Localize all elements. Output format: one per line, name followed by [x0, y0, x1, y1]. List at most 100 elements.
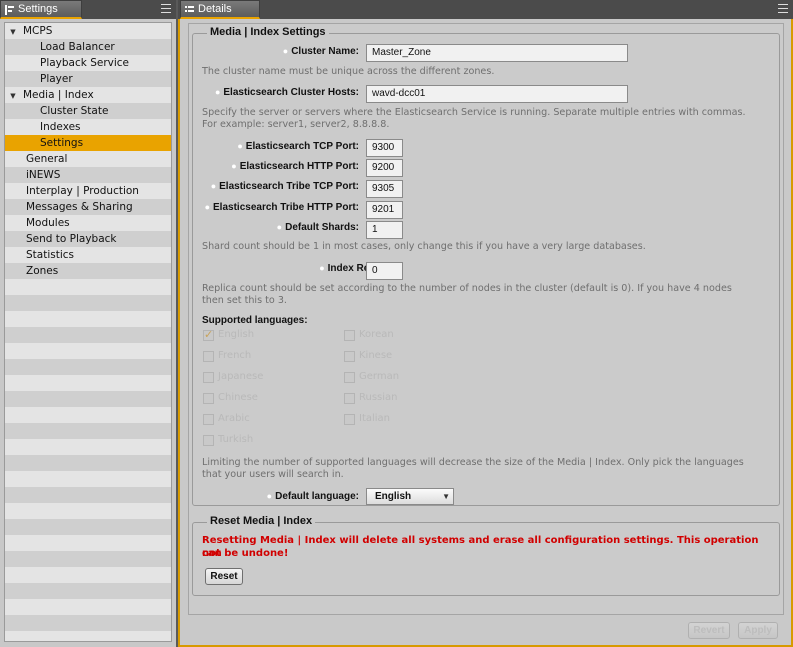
tree-item-label: Load Balancer [40, 41, 115, 53]
details-tab-strip [178, 0, 793, 19]
supported-languages-label: Supported languages: [202, 315, 308, 326]
tree-item[interactable]: Statistics [5, 247, 171, 263]
cluster-hosts-help-1: Specify the server or servers where the … [202, 107, 746, 118]
language-checkbox[interactable] [344, 414, 355, 425]
tree-item[interactable]: Send to Playback [5, 231, 171, 247]
http-port-label: ● Elasticsearch HTTP Port: [231, 161, 359, 172]
revert-button[interactable]: Revert [688, 622, 730, 639]
tree-item[interactable]: Playback Service [5, 55, 171, 71]
language-label: Chinese [218, 392, 258, 403]
language-label: English [218, 329, 255, 340]
language-checkbox[interactable] [344, 330, 355, 341]
language-checkbox[interactable] [203, 372, 214, 383]
language-label: Arabic [218, 413, 250, 424]
apply-button[interactable]: Apply [738, 622, 778, 639]
default-language-value: English [375, 491, 412, 502]
settings-panel-menu-icon[interactable] [161, 4, 171, 13]
settings-tab-label: Settings [18, 3, 58, 15]
tree-item-label: Send to Playback [26, 233, 117, 245]
expand-arrow-icon[interactable]: ▼ [9, 88, 17, 104]
cluster-hosts-input[interactable]: wavd-dcc01 [366, 85, 628, 103]
http-port-input[interactable]: 9200 [366, 159, 403, 177]
language-label: Kinese [359, 350, 393, 361]
settings-tree: ▼ MCPS Load Balancer Playback Service Player… [4, 22, 172, 642]
language-label: Korean [359, 329, 394, 340]
details-panel-menu-icon[interactable] [778, 4, 788, 13]
tree-item-label: Indexes [40, 121, 81, 133]
reset-media-index-legend: Reset Media | Index [207, 515, 316, 527]
languages-help-2: that your users will search in. [202, 469, 344, 480]
reset-warning-line-1: Resetting Media | Index will delete all … [202, 535, 759, 559]
default-shards-input[interactable]: 1 [366, 221, 403, 239]
default-shards-label: ● Default Shards: [276, 222, 359, 233]
tcp-port-input[interactable]: 9300 [366, 139, 403, 157]
cluster-name-help: The cluster name must be unique across t… [202, 66, 495, 77]
cluster-hosts-label: ● Elasticsearch Cluster Hosts: [214, 87, 359, 98]
tree-item-label: Media | Index [23, 89, 94, 101]
media-index-settings-group: Media | Index Settings ● Cluster Name: Ma… [192, 26, 780, 506]
tree-item[interactable]: iNEWS [5, 167, 171, 183]
tribe-http-port-input[interactable]: 9201 [366, 201, 403, 219]
tree-item-label: Cluster State [40, 105, 109, 117]
index-replicas-input[interactable]: 0 [366, 262, 403, 280]
details-tab[interactable]: Details [180, 0, 260, 19]
details-tab-label: Details [198, 3, 232, 15]
language-label: Japanese [218, 371, 264, 382]
tree-item[interactable]: General [5, 151, 171, 167]
language-label: Russian [359, 392, 398, 403]
tree-item[interactable]: Zones [5, 263, 171, 279]
chevron-down-icon: ▼ [442, 492, 450, 501]
shards-help: Shard count should be 1 in most cases, o… [202, 241, 646, 252]
tree-item[interactable]: Player [5, 71, 171, 87]
tree-item[interactable]: Settings [5, 135, 171, 151]
tree-item[interactable]: Load Balancer [5, 39, 171, 55]
tree-item-label: Player [40, 73, 73, 85]
tree-item-label: Modules [26, 217, 70, 229]
tree-item[interactable]: Interplay | Production [5, 183, 171, 199]
reset-warning-line-2: not be undone! [202, 548, 289, 559]
tree-item[interactable]: ▼ Media | Index [5, 87, 171, 103]
expand-arrow-icon[interactable]: ▼ [9, 24, 17, 40]
tree-item-label: Playback Service [40, 57, 129, 69]
default-language-select[interactable]: English ▼ [366, 488, 454, 505]
tribe-tcp-port-input[interactable]: 9305 [366, 180, 403, 198]
tree-item-label: iNEWS [26, 169, 61, 181]
settings-tab[interactable]: Settings [0, 0, 82, 19]
reset-button[interactable]: Reset [205, 568, 243, 585]
language-checkbox[interactable] [203, 414, 214, 425]
cluster-hosts-help-2: For example: server1, server2, 8.8.8.8. [202, 119, 390, 130]
details-content: Media | Index Settings ● Cluster Name: Ma… [188, 23, 784, 615]
tribe-tcp-port-label: ● Elasticsearch Tribe TCP Port: [210, 181, 359, 192]
tree-item[interactable]: Modules [5, 215, 171, 231]
cluster-name-label: ● Cluster Name: [282, 46, 359, 57]
language-checkbox[interactable] [203, 351, 214, 362]
tree-item-label: MCPS [23, 25, 53, 37]
media-index-settings-legend: Media | Index Settings [207, 26, 329, 38]
tcp-port-label: ● Elasticsearch TCP Port: [237, 141, 359, 152]
language-checkbox[interactable] [203, 435, 214, 446]
default-language-label: ● Default language: [266, 491, 359, 502]
tree-item[interactable]: Messages & Sharing [5, 199, 171, 215]
language-checkbox[interactable] [203, 393, 214, 404]
language-checkbox[interactable] [344, 351, 355, 362]
settings-panel: Settings ▼ MCPS Load Balancer Playback Serv… [0, 0, 176, 647]
language-checkbox[interactable] [344, 393, 355, 404]
language-checkbox[interactable] [344, 372, 355, 383]
replicas-help-2: then set this to 3. [202, 295, 287, 306]
tribe-http-port-label: ● Elasticsearch Tribe HTTP Port: [204, 202, 359, 213]
tree-item-label: Interplay | Production [26, 185, 139, 197]
settings-tab-icon [5, 4, 14, 15]
tree-item[interactable]: Indexes [5, 119, 171, 135]
tree-item[interactable]: ▼ MCPS [5, 23, 171, 39]
replicas-help-1: Replica count should be set according to… [202, 283, 732, 294]
language-label: Turkish [218, 434, 254, 445]
language-label: Italian [359, 413, 391, 424]
tree-item-label: General [26, 153, 68, 165]
cluster-name-input[interactable]: Master_Zone [366, 44, 628, 62]
language-checkbox[interactable] [203, 328, 214, 341]
details-tab-icon [185, 4, 194, 14]
tree-item-label: Settings [40, 137, 84, 149]
tree-item[interactable]: Cluster State [5, 103, 171, 119]
reset-media-index-group: Reset Media | Index Resetting Media | In… [192, 515, 780, 596]
tree-item-label: Statistics [26, 249, 74, 261]
